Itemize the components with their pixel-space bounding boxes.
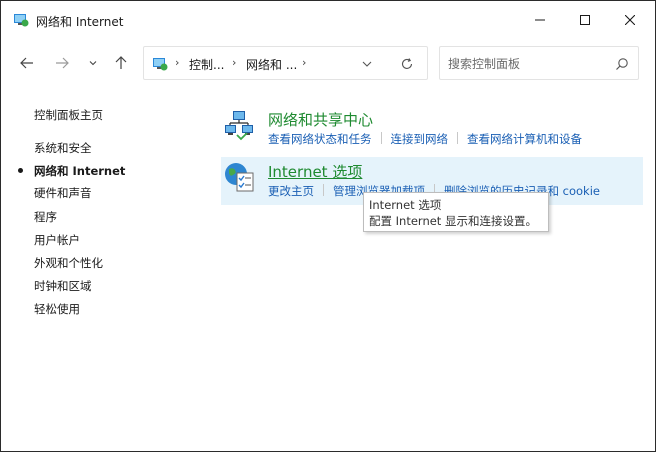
network-location-icon — [153, 58, 168, 71]
link-divider — [323, 184, 324, 196]
breadcrumb-network-internet[interactable]: 网络和 ... — [246, 56, 297, 73]
internet-options-icon — [225, 163, 254, 192]
sidebar-item-appearance[interactable]: 外观和个性化 — [34, 255, 103, 271]
navigation-bar: › 控制... › 网络和 ... › — [1, 41, 655, 85]
search-icon[interactable] — [615, 57, 629, 71]
breadcrumb-separator[interactable]: › — [175, 56, 179, 69]
search-box[interactable] — [439, 46, 639, 80]
link-divider — [380, 132, 382, 144]
arrow-left-icon — [20, 57, 33, 69]
address-bar[interactable]: › 控制... › 网络和 ... › — [143, 46, 428, 80]
minimize-button[interactable] — [517, 1, 563, 39]
maximize-button[interactable] — [562, 1, 608, 39]
link-divider — [457, 132, 458, 144]
arrow-up-icon — [115, 56, 127, 69]
network-app-icon — [14, 14, 29, 27]
tooltip: Internet 选项 配置 Internet 显示和连接设置。 — [363, 192, 549, 232]
chevron-down-icon[interactable] — [360, 57, 374, 71]
forward-button[interactable] — [50, 51, 74, 75]
link-change-homepage[interactable]: 更改主页 — [268, 184, 314, 198]
title-bar: 网络和 Internet — [1, 1, 655, 39]
network-sharing-links: 查看网络状态和任务 连接到网络 查看网络计算机和设备 — [268, 131, 582, 147]
network-sharing-center-title[interactable]: 网络和共享中心 — [268, 109, 373, 130]
refresh-icon[interactable] — [400, 57, 414, 71]
back-button[interactable] — [15, 51, 39, 75]
tooltip-title: Internet 选项 — [369, 198, 442, 212]
link-view-network-computers[interactable]: 查看网络计算机和设备 — [467, 132, 582, 146]
close-icon — [625, 15, 635, 25]
link-connect-to-network[interactable]: 连接到网络 — [391, 132, 449, 146]
sidebar-item-control-panel-home[interactable]: 控制面板主页 — [34, 107, 103, 123]
chevron-down-icon — [89, 61, 97, 66]
sidebar-item-ease-of-access[interactable]: 轻松使用 — [34, 301, 80, 317]
internet-options-title[interactable]: Internet 选项 — [268, 161, 362, 182]
maximize-icon — [580, 15, 590, 25]
sidebar-item-user-accounts[interactable]: 用户帐户 — [34, 232, 80, 248]
breadcrumb-control-panel[interactable]: 控制... — [189, 56, 224, 73]
breadcrumb-separator[interactable]: › — [232, 56, 236, 69]
search-input[interactable] — [448, 56, 608, 72]
recent-locations-button[interactable] — [81, 51, 105, 75]
window-title: 网络和 Internet — [36, 15, 124, 29]
control-panel-window: 网络和 Internet › 控制... › 网络和 ... › 搜索控制面板 … — [0, 0, 656, 452]
breadcrumb-separator[interactable]: › — [302, 56, 306, 69]
network-sharing-icon — [225, 111, 253, 141]
active-bullet — [18, 168, 23, 173]
sidebar-item-network-internet[interactable]: 网络和 Internet — [34, 163, 125, 179]
link-view-network-status[interactable]: 查看网络状态和任务 — [268, 132, 372, 146]
tooltip-description: 配置 Internet 显示和连接设置。 — [369, 214, 537, 228]
category-network-sharing-center: 网络和共享中心 查看网络状态和任务 连接到网络 查看网络计算机和设备 — [221, 105, 643, 153]
arrow-right-icon — [56, 57, 69, 69]
sidebar-item-system-security[interactable]: 系统和安全 — [34, 140, 92, 156]
sidebar-item-programs[interactable]: 程序 — [34, 209, 57, 225]
sidebar-item-hardware-sound[interactable]: 硬件和声音 — [34, 185, 92, 201]
minimize-icon — [535, 19, 545, 21]
close-button[interactable] — [607, 1, 653, 39]
up-button[interactable] — [109, 51, 133, 75]
sidebar-item-clock-region[interactable]: 时钟和区域 — [34, 278, 92, 294]
